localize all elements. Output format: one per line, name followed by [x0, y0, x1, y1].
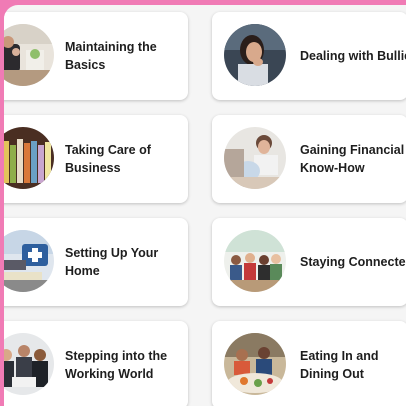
topic-card-financial-know-how[interactable]: Gaining Financial Know-How [212, 115, 406, 203]
office-team-photo [4, 333, 54, 395]
topic-card-working-world[interactable]: Stepping into the Working World [4, 321, 188, 406]
topic-card-setting-up-home[interactable]: Setting Up Your Home [4, 218, 188, 306]
dining-together-photo [224, 333, 286, 395]
topic-label: Staying Connected [300, 255, 406, 269]
topic-card-dealing-bullies[interactable]: Dealing with Bullies [212, 12, 406, 100]
topic-label: Eating In and Dining Out [300, 349, 379, 381]
topic-label: Taking Care of Business [65, 143, 151, 175]
topic-label: Maintaining the Basics [65, 40, 157, 72]
topic-card-staying-connected[interactable]: Staying Connected [212, 218, 406, 306]
worried-woman-photo [224, 24, 286, 86]
topic-card-taking-care-business[interactable]: Taking Care of Business [4, 115, 188, 203]
topic-label: Stepping into the Working World [65, 349, 168, 381]
topic-label: Setting Up Your Home [65, 246, 159, 278]
topic-label: Gaining Financial Know-How [300, 143, 405, 175]
piggy-bank-photo [224, 127, 286, 189]
medical-supplies-photo [4, 230, 54, 292]
topic-card-maintaining-basics[interactable]: Maintaining the Basics [4, 12, 188, 100]
group-meeting-photo [224, 230, 286, 292]
topic-label: Dealing with Bullies [300, 49, 406, 63]
topic-grid: Maintaining the Basics Dealing with Bull… [4, 5, 406, 406]
topic-card-eating-dining[interactable]: Eating In and Dining Out [212, 321, 406, 406]
family-at-home-photo [4, 24, 54, 86]
file-folders-photo [4, 127, 54, 189]
